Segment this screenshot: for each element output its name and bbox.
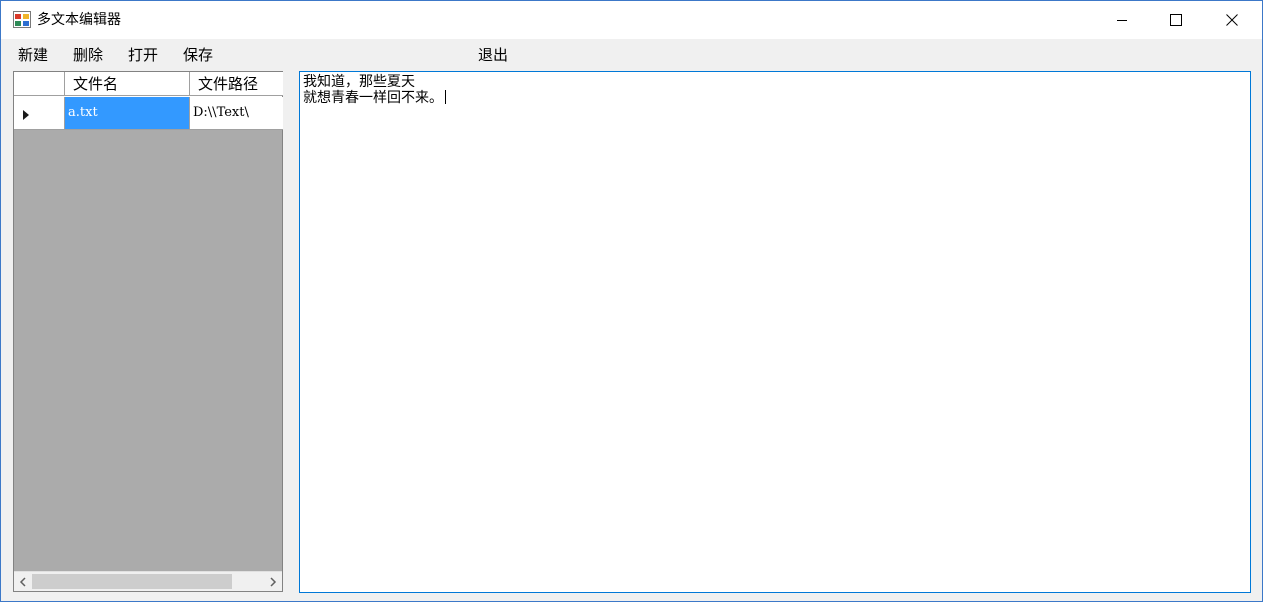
menu-exit[interactable]: 退出 <box>476 45 510 65</box>
menu-delete[interactable]: 删除 <box>71 45 105 65</box>
minimize-icon <box>1117 20 1127 21</box>
close-icon <box>1226 14 1238 26</box>
cell-filepath[interactable]: D:\\Text\ <box>190 97 283 130</box>
app-window: 多文本编辑器 新建 删除 打开 保存 退出 文件名 文件路径 a.txt D:\… <box>0 0 1263 602</box>
table-row[interactable]: a.txt D:\\Text\ <box>14 97 283 131</box>
close-button[interactable] <box>1209 1 1255 39</box>
chevron-left-icon <box>19 576 26 587</box>
chevron-right-icon <box>269 576 276 587</box>
menu-new[interactable]: 新建 <box>16 45 50 65</box>
title-bar[interactable]: 多文本编辑器 <box>1 1 1262 39</box>
scroll-right-button[interactable] <box>264 572 281 591</box>
file-grid[interactable]: 文件名 文件路径 a.txt D:\\Text\ <box>13 71 283 592</box>
current-row-arrow-icon <box>23 110 29 120</box>
menu-bar: 新建 删除 打开 保存 退出 <box>1 39 1262 69</box>
cell-filename[interactable]: a.txt <box>65 97 190 130</box>
minimize-button[interactable] <box>1099 1 1145 39</box>
menu-open[interactable]: 打开 <box>126 45 160 65</box>
window-title: 多文本编辑器 <box>37 12 121 28</box>
grid-header: 文件名 文件路径 <box>14 72 283 97</box>
text-editor[interactable]: 我知道，那些夏天 就想青春一样回不来。 <box>299 71 1251 593</box>
editor-line-last: 就想青春一样回不来。 <box>303 90 1247 106</box>
scroll-thumb[interactable] <box>32 574 232 589</box>
text-caret <box>445 90 446 104</box>
column-header-filepath[interactable]: 文件路径 <box>190 72 283 96</box>
horizontal-scrollbar[interactable] <box>14 571 282 591</box>
menu-save[interactable]: 保存 <box>181 45 215 65</box>
editor-line: 我知道，那些夏天 <box>303 74 415 90</box>
row-header[interactable] <box>14 97 65 130</box>
maximize-button[interactable] <box>1153 1 1199 39</box>
app-window-icon <box>13 11 31 28</box>
editor-line-text: 就想青春一样回不来。 <box>303 90 443 106</box>
row-header-corner[interactable] <box>14 72 65 96</box>
scroll-left-button[interactable] <box>14 572 31 591</box>
maximize-icon <box>1170 14 1182 26</box>
column-header-filename[interactable]: 文件名 <box>65 72 190 96</box>
